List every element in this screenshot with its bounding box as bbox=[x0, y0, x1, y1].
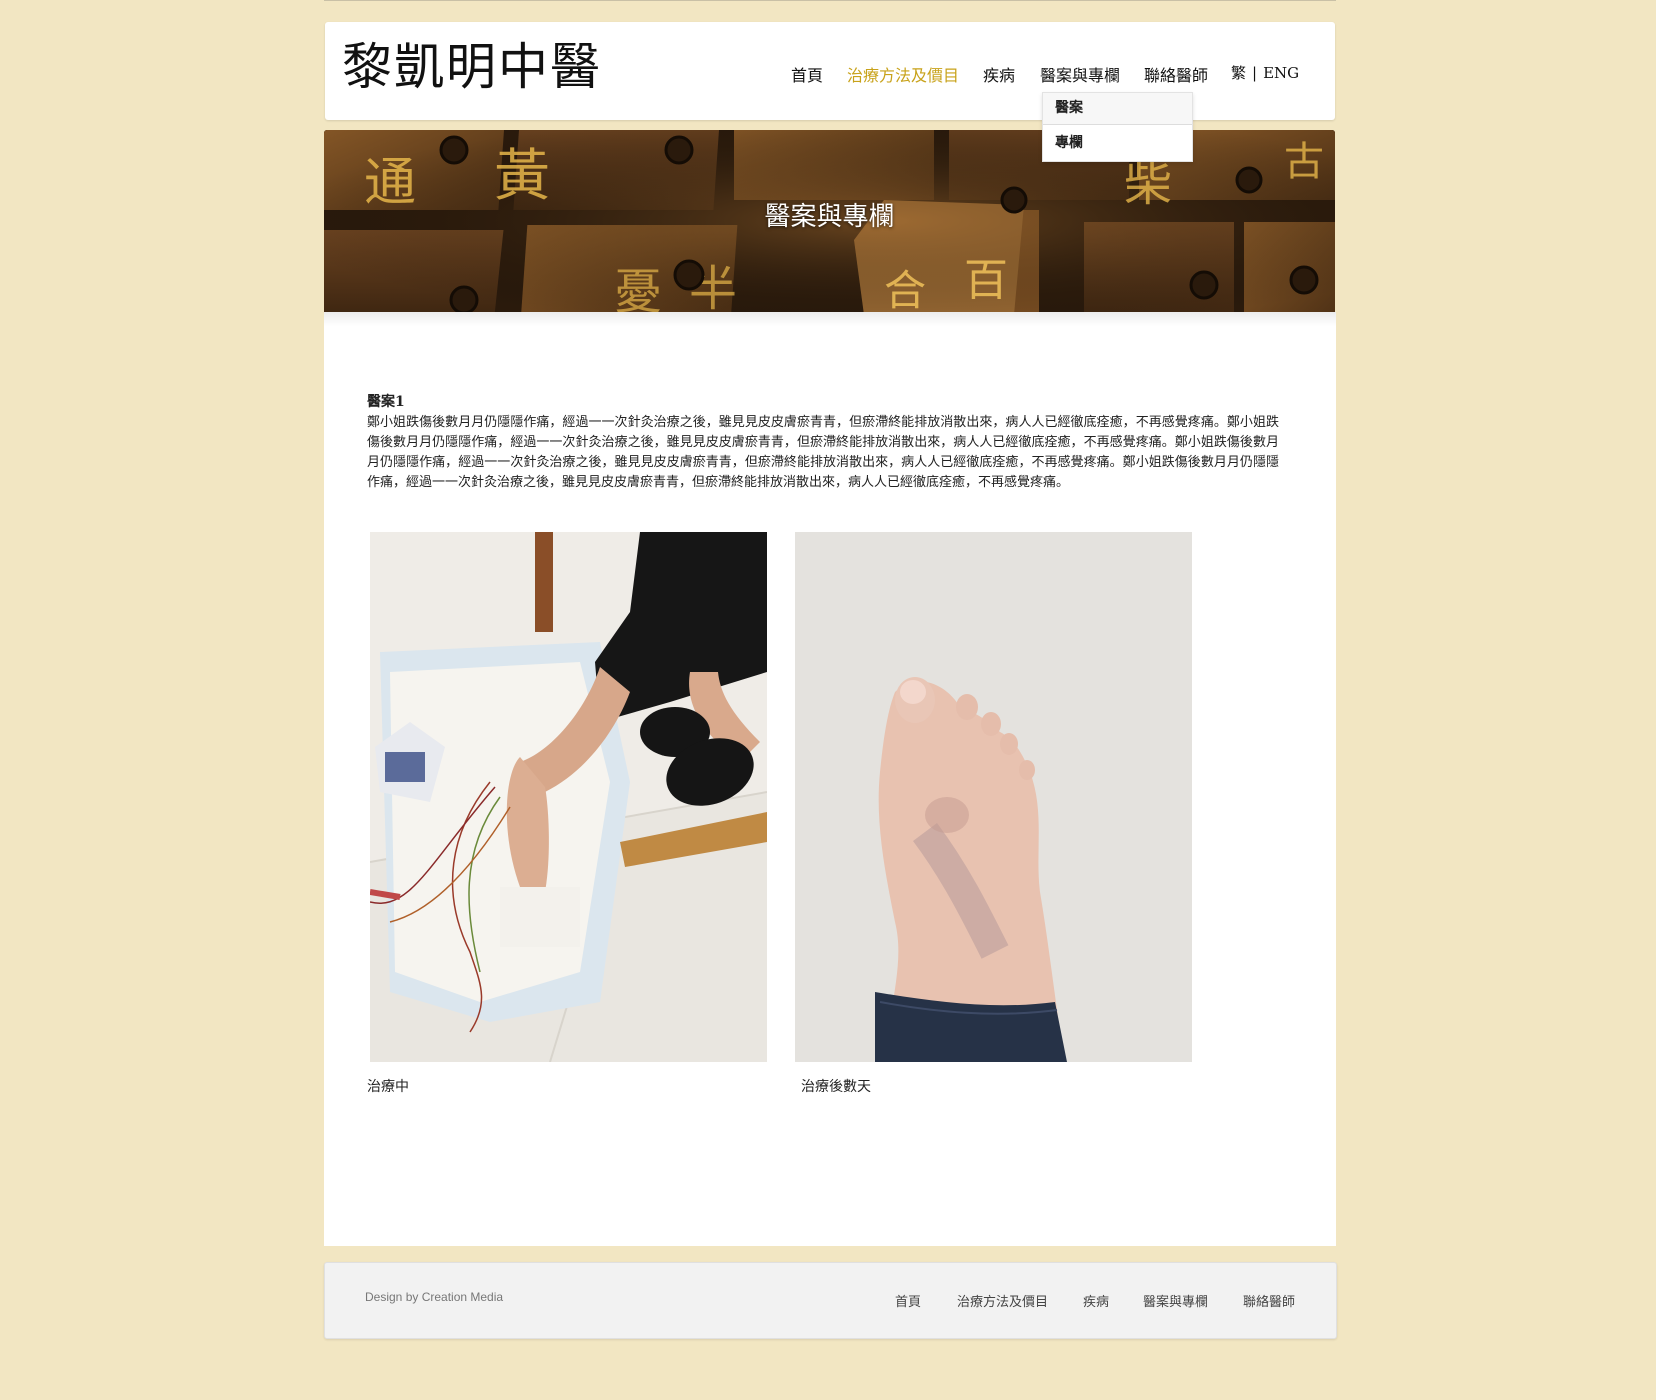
svg-text:古: 古 bbox=[1284, 139, 1324, 185]
dropdown-item-columns[interactable]: 專欄 bbox=[1043, 125, 1192, 161]
dropdown-item-cases[interactable]: 醫案 bbox=[1043, 93, 1192, 125]
treatment-in-progress-photo bbox=[370, 532, 767, 1062]
footer-link-diseases[interactable]: 疾病 bbox=[1083, 1291, 1109, 1310]
banner-title: 醫案與專欄 bbox=[764, 202, 895, 232]
svg-text:憂: 憂 bbox=[614, 264, 662, 312]
nav-treatments[interactable]: 治療方法及價目 bbox=[847, 62, 959, 86]
lang-separator: | bbox=[1252, 64, 1258, 82]
main-content: 醫案1 鄭小姐跌傷後數月月仍隱隱作痛，經過一一次針灸治療之後，雖見見皮皮膚瘀青青… bbox=[324, 312, 1336, 1246]
design-credit: Design by Creation Media bbox=[365, 1290, 504, 1304]
site-footer: Design by Creation Media 首頁 治療方法及價目 疾病 醫… bbox=[324, 1262, 1337, 1339]
content-top-shadow bbox=[324, 312, 1336, 326]
footer-link-contact[interactable]: 聯絡醫師 bbox=[1243, 1291, 1295, 1310]
main-nav: 首頁 治療方法及價目 疾病 醫案與專欄 聯絡醫師 bbox=[325, 62, 1335, 86]
svg-text:百: 百 bbox=[964, 255, 1008, 306]
footer-link-treatments[interactable]: 治療方法及價目 bbox=[957, 1291, 1048, 1310]
case-title: 醫案1 bbox=[367, 394, 405, 410]
photo-caption-during: 治療中 bbox=[367, 1079, 409, 1095]
nav-diseases[interactable]: 疾病 bbox=[983, 62, 1015, 86]
acupuncture-photo-illustration bbox=[370, 532, 767, 1062]
nav-contact[interactable]: 聯絡醫師 bbox=[1144, 62, 1208, 86]
nav-home[interactable]: 首頁 bbox=[791, 62, 823, 86]
photo-caption-after: 治療後數天 bbox=[801, 1079, 871, 1095]
case-description: 鄭小姐跌傷後數月月仍隱隱作痛，經過一一次針灸治療之後，雖見見皮皮膚瘀青青，但瘀滯… bbox=[367, 415, 1279, 490]
footer-link-home[interactable]: 首頁 bbox=[895, 1291, 921, 1310]
footer-link-cases-columns[interactable]: 醫案與專欄 bbox=[1143, 1291, 1208, 1310]
cases-dropdown-menu: 醫案 專欄 bbox=[1042, 92, 1193, 162]
top-divider bbox=[324, 0, 1336, 1]
nav-cases-columns[interactable]: 醫案與專欄 bbox=[1040, 62, 1120, 86]
lang-traditional-chinese[interactable]: 繁 bbox=[1231, 64, 1246, 82]
language-switcher: 繁 | ENG bbox=[1231, 62, 1299, 83]
svg-text:合: 合 bbox=[884, 266, 926, 312]
foot-photo-illustration bbox=[795, 532, 1192, 1062]
lang-english[interactable]: ENG bbox=[1263, 64, 1299, 82]
after-treatment-photo bbox=[795, 532, 1192, 1062]
